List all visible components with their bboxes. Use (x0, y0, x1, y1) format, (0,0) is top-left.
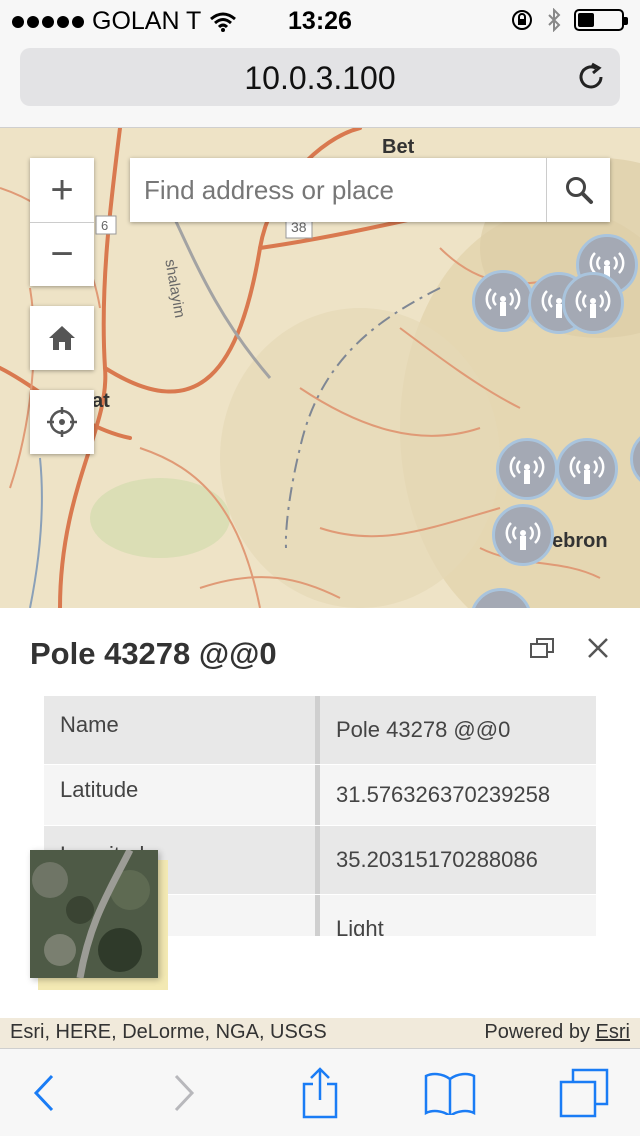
share-icon (302, 1067, 338, 1119)
attribute-key: Name (44, 696, 320, 764)
tabs-button[interactable] (556, 1067, 612, 1119)
pole-marker[interactable] (492, 504, 554, 566)
antenna-icon (509, 456, 545, 484)
search-widget (130, 158, 610, 222)
locate-icon (47, 407, 77, 437)
battery-icon (574, 9, 628, 31)
zoom-control: + − (30, 158, 94, 286)
locate-button[interactable] (30, 390, 94, 454)
pole-marker[interactable] (556, 438, 618, 500)
popup-title: Pole 43278 @@0 (30, 636, 277, 671)
tabs-icon (559, 1068, 609, 1118)
attribute-value: 31.576326370239258 (336, 782, 551, 807)
powered-by: Powered by Esri (484, 1021, 630, 1044)
browser-toolbar (0, 1048, 640, 1136)
satellite-image (30, 850, 158, 978)
zoom-out-button[interactable]: − (30, 222, 94, 286)
forward-button[interactable] (156, 1067, 212, 1119)
map-view[interactable]: Bet 6 38 shalayim at ebron + − (0, 128, 640, 608)
share-button[interactable] (292, 1067, 348, 1119)
bookmarks-button[interactable] (422, 1067, 478, 1119)
pole-marker[interactable] (496, 438, 558, 500)
home-icon (49, 326, 75, 350)
table-row: Name Pole 43278 @@0 (44, 696, 596, 765)
chevron-right-icon (174, 1074, 195, 1112)
popup-actions (528, 634, 612, 662)
bluetooth-icon (548, 8, 561, 32)
table-row: Latitude 31.576326370239258 (44, 765, 596, 826)
search-icon (565, 177, 593, 204)
map-label-at: at (92, 390, 110, 412)
book-icon (424, 1072, 476, 1115)
restore-button[interactable] (528, 634, 556, 662)
esri-link[interactable]: Esri (596, 1021, 630, 1043)
orientation-lock-icon (512, 10, 532, 30)
powered-by-label: Powered by (484, 1021, 590, 1043)
close-icon (588, 638, 608, 658)
attribute-value: 35.20315170288086 (336, 847, 538, 872)
reload-icon[interactable] (574, 60, 608, 94)
map-label-bet: Bet (382, 136, 415, 158)
antenna-icon (505, 522, 541, 550)
status-bar: GOLAN T 13:26 (0, 0, 640, 40)
map-attribution: Esri, HERE, DeLorme, NGA, USGS Powered b… (0, 1018, 640, 1048)
close-button[interactable] (584, 634, 612, 662)
antenna-icon (485, 288, 521, 316)
status-icons (510, 8, 628, 32)
attribute-key: Latitude (44, 765, 320, 825)
address-bar[interactable]: 10.0.3.100 (20, 48, 620, 106)
antenna-icon (569, 456, 605, 484)
home-button[interactable] (30, 306, 94, 370)
pole-marker[interactable] (562, 272, 624, 334)
pole-marker[interactable] (472, 270, 534, 332)
antenna-icon (575, 290, 611, 318)
chevron-left-icon (33, 1074, 54, 1112)
map-label-hebron: ebron (552, 530, 608, 552)
overview-map-thumbnail[interactable] (30, 850, 158, 978)
route-shield-6: 6 (101, 218, 109, 233)
zoom-in-button[interactable]: + (30, 158, 94, 222)
attribute-value: Light (336, 916, 384, 936)
attribute-value: Pole 43278 @@0 (336, 717, 511, 742)
attribution-sources: Esri, HERE, DeLorme, NGA, USGS (10, 1021, 327, 1043)
url-text[interactable]: 10.0.3.100 (20, 60, 620, 97)
back-button[interactable] (16, 1067, 72, 1119)
restore-window-icon (530, 638, 554, 658)
search-button[interactable] (546, 158, 610, 222)
search-input[interactable] (130, 158, 546, 222)
